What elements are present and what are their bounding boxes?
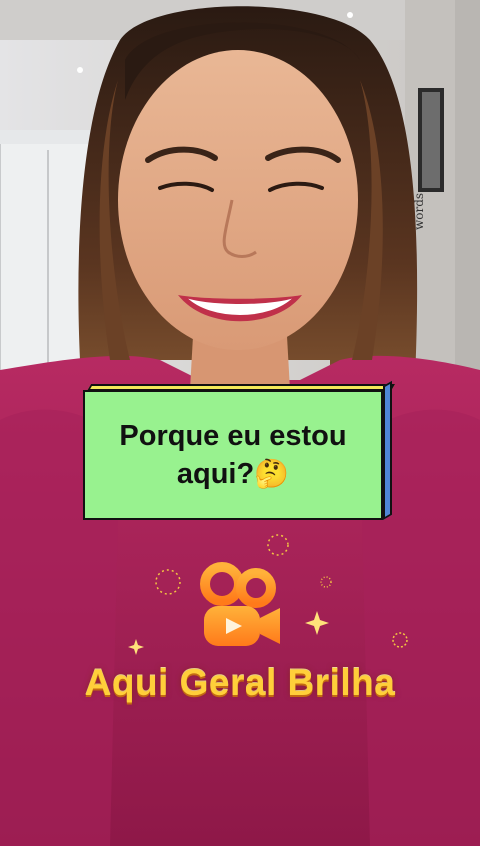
caption-text: Porque eu estou aqui?🤔 xyxy=(107,417,358,493)
caption-box-side-edge xyxy=(383,380,392,520)
caption-box: Porque eu estou aqui?🤔 xyxy=(83,390,383,520)
thinking-face-icon: 🤔 xyxy=(254,458,290,489)
caption-line-2: aqui? xyxy=(176,458,255,490)
brand-tagline: Aqui Geral Brilha xyxy=(84,662,396,703)
video-frame: words Porque eu estou aqui?🤔 Aqui Geral … xyxy=(0,0,480,846)
kwai-camera-logo-icon xyxy=(200,562,280,646)
caption-line-1: Porque eu estou xyxy=(119,420,347,452)
